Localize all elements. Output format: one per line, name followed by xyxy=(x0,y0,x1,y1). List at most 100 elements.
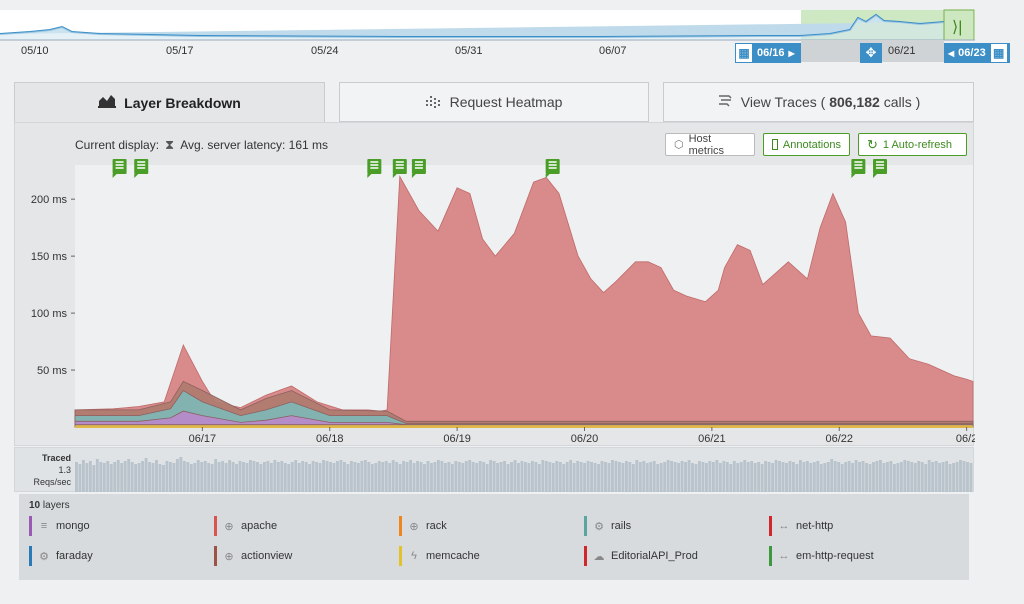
legend-item-apache[interactable]: ⊕ apache xyxy=(214,516,277,536)
legend-item-mongo[interactable]: ≡ mongo xyxy=(29,516,90,536)
traced-bar xyxy=(931,462,935,492)
traced-bar xyxy=(854,460,858,492)
traced-bar xyxy=(134,464,138,492)
traced-bar xyxy=(443,463,447,492)
traced-bar xyxy=(858,462,862,492)
traced-bar xyxy=(670,461,674,492)
legend-item-faraday[interactable]: ⚙ faraday xyxy=(29,546,93,566)
range-end-date: 06/23 xyxy=(958,47,986,59)
traced-bar xyxy=(457,462,461,492)
traced-bar xyxy=(938,463,942,492)
traced-bar xyxy=(113,462,117,492)
timeline-date: 05/31 xyxy=(455,45,483,57)
traced-bar xyxy=(102,463,106,492)
x-tick-label: 06/21 xyxy=(698,433,726,445)
expand-arrows-icon[interactable]: ✥ xyxy=(860,43,882,63)
traced-bar xyxy=(374,463,378,492)
traced-bar xyxy=(805,461,809,492)
y-tick-label: 200 ms xyxy=(31,194,68,206)
traced-bar xyxy=(249,460,252,492)
legend-item-memcache[interactable]: ϟ memcache xyxy=(399,546,480,566)
calendar-icon[interactable]: ▦ xyxy=(735,43,753,63)
traced-bar xyxy=(75,462,78,492)
overview-timeline[interactable]: ⟩| 05/10 05/17 05/24 05/31 06/07 06/21 ▦… xyxy=(0,0,1024,63)
auto-refresh-button[interactable]: ↻ 1 Auto-refresh xyxy=(858,133,967,156)
traced-bar xyxy=(750,461,754,492)
traced-bar xyxy=(116,460,120,492)
traced-bar xyxy=(555,461,559,492)
traced-bar xyxy=(760,464,764,492)
x-tick-label: 06/20 xyxy=(571,433,599,445)
tab-request-heatmap[interactable]: Request Heatmap xyxy=(339,82,649,122)
tab-view-traces[interactable]: View Traces ( 806,182 calls ) xyxy=(663,82,974,122)
traced-bar xyxy=(851,463,855,492)
annotation-icon xyxy=(772,139,778,150)
x-tick-label: 06/17 xyxy=(189,433,217,445)
traced-bar xyxy=(941,462,945,492)
traced-bar xyxy=(332,463,336,492)
range-end-picker[interactable]: ◀ 06/23 ▦ xyxy=(944,43,1010,63)
traced-requests-strip: Traced 1.3 Reqs/sec xyxy=(14,447,974,492)
range-start-picker[interactable]: ▦ 06/16 ▶ xyxy=(735,43,801,63)
traced-bar xyxy=(847,461,851,492)
annotations-button[interactable]: Annotations xyxy=(763,133,850,156)
traced-bar xyxy=(952,463,955,492)
cube-icon: ⬡ xyxy=(674,139,684,151)
host-metrics-button[interactable]: ⬡ Host metrics xyxy=(665,133,755,157)
traced-bar xyxy=(607,463,611,492)
traced-bar xyxy=(242,462,245,492)
legend-item-em-http-request[interactable]: ↔ em-http-request xyxy=(769,546,874,566)
traced-bar xyxy=(767,462,771,492)
traced-bar xyxy=(524,462,527,492)
traced-bar xyxy=(517,463,520,492)
traced-bar xyxy=(228,460,232,492)
traced-bar xyxy=(454,461,458,492)
traced-bar xyxy=(162,465,165,492)
tab-layer-breakdown[interactable]: Layer Breakdown xyxy=(14,82,325,122)
gears-icon: ⚙ xyxy=(594,520,604,533)
traced-bar xyxy=(642,461,646,492)
legend-item-rack[interactable]: ⊕ rack xyxy=(399,516,447,536)
traced-bar xyxy=(276,462,280,492)
legend-swatch xyxy=(769,546,772,566)
traced-bar xyxy=(485,464,489,492)
latency-area-chart[interactable]: 200 ms 150 ms 100 ms 50 ms 06/17 06/18 06/19 06… xyxy=(15,159,975,447)
traced-bar xyxy=(927,460,931,492)
traced-bar xyxy=(513,460,517,492)
traced-bar xyxy=(287,464,291,492)
traced-bar xyxy=(611,460,614,492)
traced-bar xyxy=(892,464,896,492)
traced-bar xyxy=(475,463,479,492)
traced-bar xyxy=(913,463,917,492)
legend-item-net-http[interactable]: ↔ net-http xyxy=(769,516,833,536)
traced-bar xyxy=(81,460,85,492)
timeline-date: 05/24 xyxy=(311,45,339,57)
traced-bar xyxy=(823,463,827,492)
traced-bar xyxy=(151,463,155,492)
traced-bar xyxy=(106,461,110,492)
globe-icon: ⊕ xyxy=(409,520,419,533)
traced-bar xyxy=(370,464,374,492)
traced-bar xyxy=(617,462,621,492)
traced-bar xyxy=(715,460,719,492)
traced-bar xyxy=(711,462,715,492)
traced-bar xyxy=(558,462,562,492)
traced-bar xyxy=(722,461,726,492)
traced-bar xyxy=(179,457,183,492)
calendar-icon[interactable]: ▦ xyxy=(989,43,1008,63)
traced-bar xyxy=(798,460,802,492)
traced-unit: Reqs/sec xyxy=(33,477,71,487)
traced-bar xyxy=(865,463,868,492)
legend-item-rails[interactable]: ⚙ rails xyxy=(584,516,631,536)
traced-bar xyxy=(402,461,406,492)
traced-bar xyxy=(280,461,284,492)
traced-bar xyxy=(694,464,698,492)
traced-bar xyxy=(673,462,677,492)
legend-item-actionview[interactable]: ⊕ actionview xyxy=(214,546,292,566)
traced-bar xyxy=(412,463,416,492)
traced-bar xyxy=(461,463,465,492)
arrows-h-icon: ↔ xyxy=(778,550,790,562)
traced-bar xyxy=(802,462,806,492)
legend-item-EditorialAPI_Prod[interactable]: ☁ EditorialAPI_Prod xyxy=(584,546,698,566)
legend-swatch xyxy=(769,516,772,536)
